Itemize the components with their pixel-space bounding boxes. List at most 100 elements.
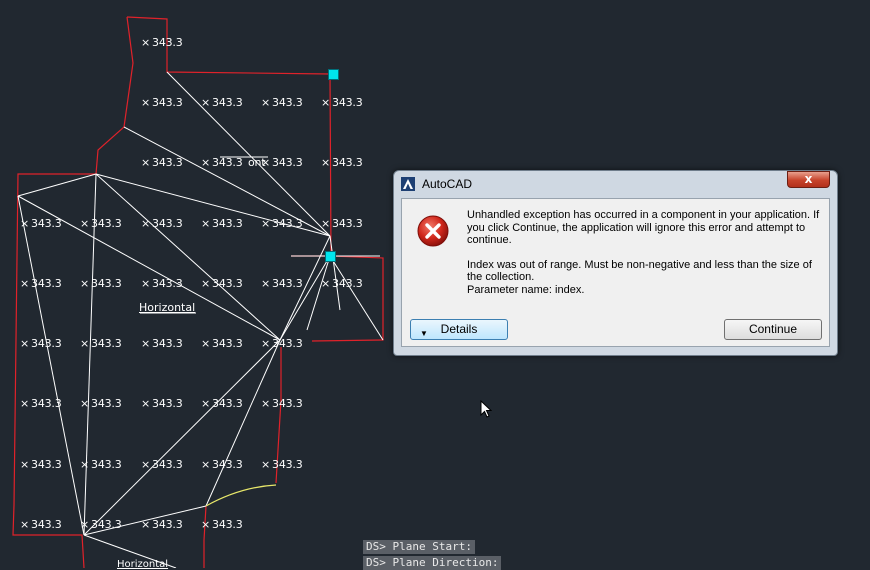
point-marker-icon: × [321,277,331,290]
point-marker-icon: × [141,277,151,290]
mouse-pointer-icon [480,400,492,418]
point-marker-icon: × [80,337,90,350]
elevation-value: 343.3 [31,277,62,290]
spot-elevation-label: × 343.3 [201,157,243,169]
point-marker-icon: × [141,397,151,410]
elevation-value: 343.3 [91,337,122,350]
elevation-value: 343.3 [212,518,243,531]
spot-elevation-label: × 343.3 [80,278,122,290]
spot-elevation-label: × 343.3 [201,97,243,109]
point-marker-icon: × [261,397,271,410]
exception-detail: Index was out of range. Must be non-nega… [467,258,812,284]
spot-elevation-label: × 343.3 [20,459,62,471]
spot-elevation-label: × 343.3 [80,338,122,350]
point-marker-icon: × [20,277,30,290]
point-marker-icon: × [141,156,151,169]
elevation-value: 343.3 [152,277,183,290]
elevation-value: 343.3 [272,96,303,109]
exception-summary: Unhandled exception has occurred in a co… [467,209,820,246]
elevation-value: 343.3 [272,397,303,410]
elevation-value: 343.3 [272,277,303,290]
spot-elevation-label: × 343.3 [201,338,243,350]
point-marker-icon: × [201,518,211,531]
spot-elevation-label: × 343.3 [201,398,243,410]
spot-elevation-label: × 343.3 [141,459,183,471]
spot-elevation-label: × 343.3 [201,218,243,230]
elevation-value: 343.3 [272,156,303,169]
point-marker-icon: × [321,156,331,169]
point-marker-icon: × [141,36,151,49]
spot-elevation-label: × 343.3 [80,459,122,471]
elevation-value: 343.3 [31,458,62,471]
error-dialog: AutoCAD x Unhandled exception has occurr… [393,170,838,356]
point-marker-icon: × [20,458,30,471]
elevation-value: 343.3 [152,156,183,169]
elevation-value: 343.3 [91,518,122,531]
spot-elevation-label: × 343.3 [261,459,303,471]
elevation-value: 343.3 [152,458,183,471]
elevation-value: 343.3 [212,277,243,290]
point-marker-icon: × [20,337,30,350]
spot-elevation-label: × 343.3 [141,278,183,290]
horizontal-label: Horizontal [139,301,196,314]
elevation-value: 343.3 [332,96,363,109]
grip-handle[interactable] [325,251,336,262]
continue-button[interactable]: Continue [724,319,822,340]
point-marker-icon: × [80,458,90,471]
spot-elevation-label: × 343.3 [201,459,243,471]
elevation-value: 343.3 [31,397,62,410]
point-marker-icon: × [261,217,271,230]
spot-elevation-label: × 343.3 [141,37,183,49]
spot-elevation-label: × 343.3 [80,398,122,410]
spot-elevation-label: × 343.3 [141,157,183,169]
elevation-value: 343.3 [212,96,243,109]
elevation-value: 343.3 [212,397,243,410]
elevation-value: 343.3 [152,36,183,49]
details-button[interactable]: ▼ Details [410,319,508,340]
spot-elevation-label: × 343.3 [201,519,243,531]
elevation-value: 343.3 [91,458,122,471]
spot-elevation-label: × 343.3 [321,97,363,109]
spot-elevation-label: × 343.3 [201,278,243,290]
elevation-value: 343.3 [212,217,243,230]
spot-elevation-label: × 343.3 [141,97,183,109]
spot-elevation-label: × 343.3 [261,97,303,109]
elevation-value: 343.3 [332,277,363,290]
elevation-value: 343.3 [212,337,243,350]
point-marker-icon: × [141,96,151,109]
autocad-logo-icon [401,177,415,191]
point-marker-icon: × [201,96,211,109]
point-marker-icon: × [80,518,90,531]
elevation-value: 343.3 [31,337,62,350]
point-marker-icon: × [201,458,211,471]
elevation-value: 343.3 [212,156,243,169]
elevation-value: 343.3 [332,156,363,169]
spot-elevation-label: × 343.3 [321,218,363,230]
dialog-title: AutoCAD [422,177,473,191]
elevation-value: 343.3 [91,277,122,290]
spot-elevation-label: × 343.3 [141,218,183,230]
point-marker-icon: × [261,277,271,290]
point-marker-icon: × [201,397,211,410]
spot-elevation-label: × 343.3 [261,338,303,350]
dialog-titlebar[interactable]: AutoCAD x [394,171,837,197]
dialog-body: Unhandled exception has occurred in a co… [401,198,830,347]
elevation-value: 343.3 [152,217,183,230]
spot-elevation-label: × 343.3 [321,157,363,169]
point-marker-icon: × [261,458,271,471]
point-marker-icon: × [321,217,331,230]
spot-elevation-label: × 343.3 [141,338,183,350]
elevation-value: 343.3 [91,397,122,410]
point-marker-icon: × [201,337,211,350]
point-marker-icon: × [20,397,30,410]
selected-edge [205,484,277,507]
grip-handle[interactable] [328,69,339,80]
tin-lines [17,71,384,568]
spot-elevation-label: × 343.3 [20,218,62,230]
elevation-value: 343.3 [152,96,183,109]
close-button[interactable]: x [787,171,830,188]
spot-elevation-label: × 343.3 [321,278,363,290]
exception-parameter: Parameter name: index. [467,283,585,296]
error-message: Unhandled exception has occurred in a co… [467,209,822,296]
chevron-down-icon: ▼ [420,329,428,338]
